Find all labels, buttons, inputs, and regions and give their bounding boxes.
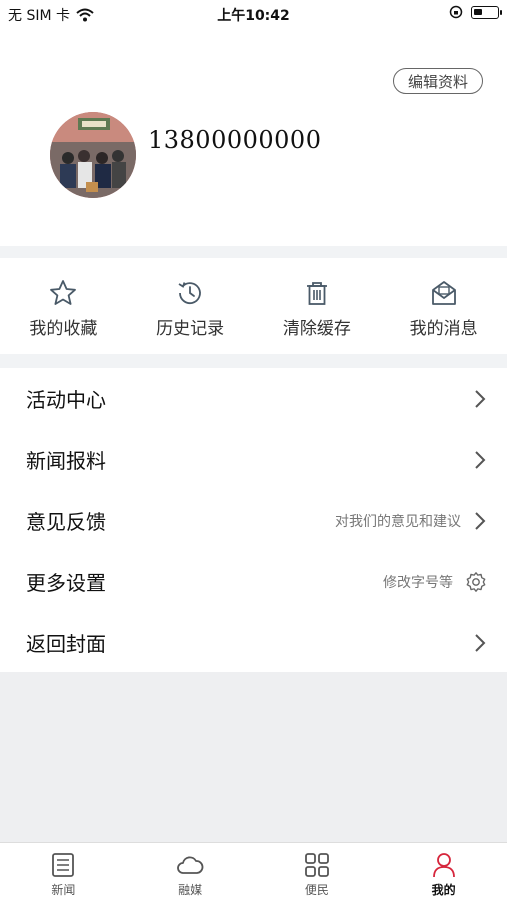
tab-news[interactable]: 新闻 [0, 843, 127, 900]
menu-item-news-tip[interactable]: 新闻报料 [0, 429, 507, 490]
tab-label: 便民 [304, 883, 329, 897]
news-icon [52, 853, 75, 877]
favorites-button[interactable]: 我的收藏 [0, 258, 127, 354]
menu-item-hint: 修改字号等 [383, 574, 453, 591]
chevron-right-icon [475, 511, 486, 530]
trash-icon [306, 282, 327, 305]
tab-bar: 新闻 融媒 便民 我的 [0, 842, 507, 900]
menu-item-back-to-cover[interactable]: 返回封面 [0, 612, 507, 673]
favorites-label: 我的收藏 [29, 319, 98, 339]
menu-item-hint: 对我们的意见和建议 [335, 513, 461, 530]
menu-item-more-settings[interactable]: 更多设置 修改字号等 [0, 551, 507, 612]
history-label: 历史记录 [156, 319, 225, 339]
menu-item-label: 意见反馈 [26, 510, 106, 534]
grid-icon [304, 853, 329, 877]
menu-item-label: 活动中心 [26, 388, 106, 412]
avatar-photo [50, 112, 136, 198]
avatar[interactable] [50, 112, 136, 198]
messages-label: 我的消息 [409, 319, 478, 339]
history-button[interactable]: 历史记录 [127, 258, 254, 354]
edit-profile-button[interactable]: 编辑资料 [392, 68, 483, 94]
cloud-icon [177, 856, 204, 874]
chevron-right-icon [475, 450, 486, 469]
chevron-right-icon [475, 633, 486, 652]
menu-item-activity-center[interactable]: 活动中心 [0, 368, 507, 429]
section-divider [0, 246, 507, 258]
tab-label: 我的 [431, 883, 456, 897]
history-icon [178, 282, 202, 305]
tab-media[interactable]: 融媒 [127, 843, 254, 900]
settings-menu: 活动中心 新闻报料 意见反馈 对我们的意见和建议 更多设置 修改字号等 返回封面 [0, 368, 507, 673]
orientation-lock-icon [449, 5, 463, 19]
tab-mine[interactable]: 我的 [380, 843, 507, 900]
empty-area [0, 672, 507, 842]
battery-icon [471, 5, 502, 19]
menu-item-label: 更多设置 [26, 571, 106, 595]
quick-actions: 我的收藏 历史记录 清除缓存 我的消息 [0, 258, 507, 354]
messages-button[interactable]: 我的消息 [380, 258, 507, 354]
person-icon [432, 853, 455, 878]
profile-header: 编辑资料 13800000000 [0, 28, 507, 246]
status-right [449, 5, 502, 19]
status-bar: 无 SIM 卡 上午10:42 [0, 0, 507, 28]
status-time: 上午10:42 [217, 8, 290, 24]
section-divider [0, 354, 507, 368]
menu-item-label: 返回封面 [26, 632, 106, 656]
tab-services[interactable]: 便民 [254, 843, 381, 900]
user-phone: 13800000000 [148, 126, 322, 154]
menu-item-label: 新闻报料 [26, 449, 106, 473]
menu-item-feedback[interactable]: 意见反馈 对我们的意见和建议 [0, 490, 507, 551]
clear-cache-label: 清除缓存 [282, 319, 351, 339]
tab-label: 新闻 [51, 883, 76, 897]
clear-cache-button[interactable]: 清除缓存 [254, 258, 381, 354]
chevron-right-icon [475, 389, 486, 408]
gear-icon [466, 571, 486, 592]
tab-label: 融媒 [178, 883, 203, 897]
battery-fill [474, 8, 482, 15]
mail-icon [431, 281, 456, 305]
star-icon [50, 280, 77, 305]
